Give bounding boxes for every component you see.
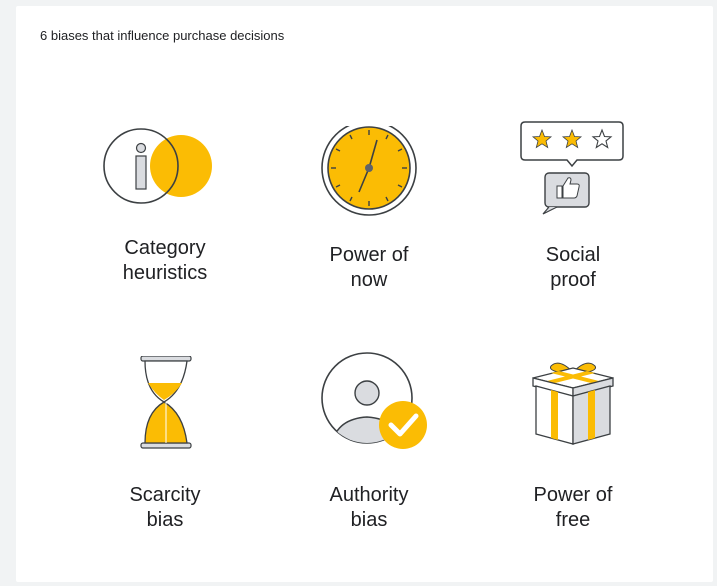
bias-power-of-free: Power of free <box>473 356 673 531</box>
hourglass-icon <box>140 356 192 449</box>
info-circle-icon <box>103 128 212 204</box>
bias-authority: Authority bias <box>269 351 469 531</box>
bias-label: Power of free <box>533 484 613 531</box>
gift-box-icon <box>532 362 614 445</box>
bias-label: Scarcity bias <box>129 484 201 531</box>
star-rating-thumbs-up-icon <box>520 121 624 215</box>
clock-icon <box>321 126 417 216</box>
bias-label: Social proof <box>545 244 601 291</box>
verified-person-icon <box>321 352 427 449</box>
infographic-title: 6 biases that influence purchase decisio… <box>40 28 285 43</box>
bias-scarcity: Scarcity bias <box>65 356 265 531</box>
bias-social-proof: Social proof <box>473 118 673 291</box>
bias-label: Power of now <box>329 244 409 291</box>
bias-category-heuristics: Category heuristics <box>65 126 265 286</box>
bias-label: Category heuristics <box>122 237 208 284</box>
bias-power-of-now: Power of now <box>269 126 469 291</box>
infographic-card: 6 biases that influence purchase decisio… <box>16 6 713 582</box>
bias-label: Authority bias <box>329 484 409 531</box>
